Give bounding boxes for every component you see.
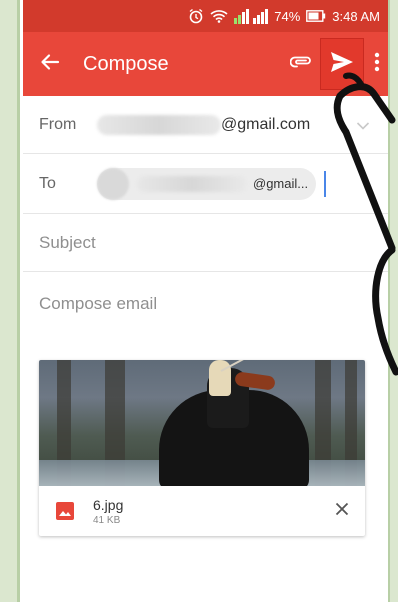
send-icon <box>330 51 354 78</box>
alarm-icon <box>188 8 204 24</box>
chevron-down-icon[interactable] <box>356 118 370 136</box>
back-button[interactable] <box>35 49 65 79</box>
from-email-redacted <box>97 114 221 135</box>
text-cursor <box>324 170 327 197</box>
page-title: Compose <box>83 52 169 75</box>
subject-placeholder: Subject <box>39 232 96 252</box>
attach-button[interactable] <box>284 46 320 82</box>
attachment-text: 6.jpg 41 KB <box>93 497 327 526</box>
attachment-file-name: 6.jpg <box>93 496 124 513</box>
from-email-domain: @gmail.com <box>221 115 311 133</box>
recipient-name-redacted <box>137 175 247 192</box>
body-field[interactable]: Compose email <box>23 272 388 336</box>
avatar <box>97 167 129 200</box>
recipient-email-domain: @gmail... <box>253 176 309 191</box>
more-options-button[interactable] <box>366 46 388 82</box>
subject-field[interactable]: Subject <box>23 214 388 272</box>
attachment-file-size: 41 KB <box>93 514 121 526</box>
battery-percent: 74% <box>274 8 301 24</box>
attachment-preview-image[interactable] <box>39 360 365 486</box>
close-icon <box>335 502 349 521</box>
more-vert-icon <box>374 52 380 77</box>
left-border <box>0 0 20 602</box>
body-placeholder: Compose email <box>39 294 158 313</box>
app-bar: Compose <box>23 32 388 96</box>
image-file-icon <box>55 501 75 521</box>
attach-icon <box>289 55 314 74</box>
remove-attachment-button[interactable] <box>327 496 357 526</box>
battery-icon <box>306 10 326 22</box>
status-bar: 74% 3:48 AM <box>23 0 388 32</box>
clock-time: 3:48 AM <box>332 8 380 24</box>
to-field[interactable]: To @gmail... <box>23 154 388 214</box>
screenshot-frame: 74% 3:48 AM Compose From @gmail.com To @… <box>0 0 398 602</box>
attachment-card[interactable]: 6.jpg 41 KB <box>39 360 365 536</box>
wifi-icon <box>210 9 228 23</box>
from-field[interactable]: From @gmail.com <box>23 96 388 154</box>
right-border <box>388 0 398 602</box>
attachment-info: 6.jpg 41 KB <box>39 486 365 536</box>
phone-screen: 74% 3:48 AM Compose From @gmail.com To @… <box>23 0 388 602</box>
to-label: To <box>39 174 56 192</box>
recipient-chip[interactable]: @gmail... <box>97 167 317 200</box>
signal-icon <box>234 8 269 24</box>
from-label: From <box>39 115 77 133</box>
send-button[interactable] <box>320 38 364 90</box>
back-arrow-icon <box>40 52 60 77</box>
